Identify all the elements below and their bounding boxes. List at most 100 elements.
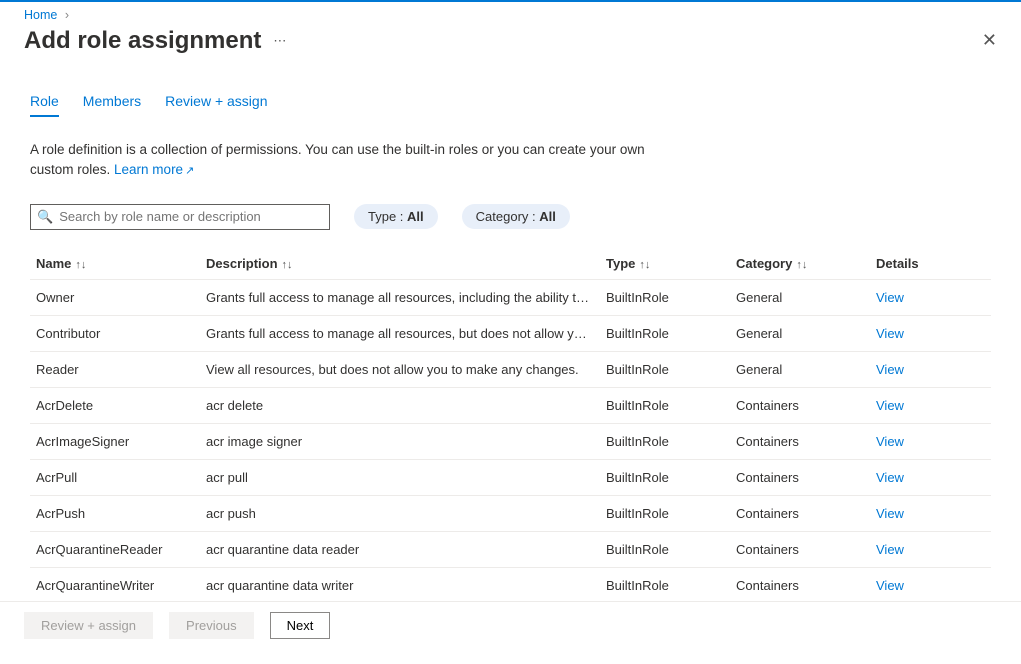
cell-description: acr delete: [200, 387, 600, 423]
cell-details: View: [870, 495, 991, 531]
table-row[interactable]: AcrDeleteacr deleteBuiltInRoleContainers…: [30, 387, 991, 423]
title-row: Add role assignment ⋯ ✕: [0, 22, 1021, 63]
filter-category-value: All: [539, 209, 556, 224]
external-link-icon: ↗: [185, 165, 194, 177]
cell-category: General: [730, 315, 870, 351]
filter-category-label: Category :: [476, 209, 540, 224]
cell-name: AcrImageSigner: [30, 423, 200, 459]
view-link[interactable]: View: [876, 362, 904, 377]
cell-type: BuiltInRole: [600, 351, 730, 387]
learn-more-label: Learn more: [114, 162, 183, 177]
cell-description: View all resources, but does not allow y…: [200, 351, 600, 387]
tab-role[interactable]: Role: [30, 87, 59, 117]
sort-icon: ↑↓: [796, 259, 807, 271]
cell-type: BuiltInRole: [600, 531, 730, 567]
view-link[interactable]: View: [876, 506, 904, 521]
cell-details: View: [870, 315, 991, 351]
sort-icon: ↑↓: [639, 259, 650, 271]
cell-description: Grants full access to manage all resourc…: [200, 315, 600, 351]
col-header-details: Details: [870, 248, 991, 280]
col-header-description[interactable]: Description ↑↓: [200, 248, 600, 280]
cell-details: View: [870, 567, 991, 601]
description-text: A role definition is a collection of per…: [30, 140, 650, 180]
cell-details: View: [870, 459, 991, 495]
view-link[interactable]: View: [876, 434, 904, 449]
cell-category: Containers: [730, 531, 870, 567]
tabs: Role Members Review + assign: [30, 87, 991, 118]
next-button[interactable]: Next: [270, 612, 331, 639]
cell-category: Containers: [730, 423, 870, 459]
filter-row: 🔍 Type : All Category : All: [30, 204, 991, 230]
cell-type: BuiltInRole: [600, 567, 730, 601]
col-type-label: Type: [606, 256, 635, 271]
cell-description: acr pull: [200, 459, 600, 495]
breadcrumb: Home ›: [0, 2, 1021, 22]
col-det-label: Details: [876, 256, 919, 271]
cell-name: Owner: [30, 279, 200, 315]
close-icon[interactable]: ✕: [982, 26, 997, 55]
previous-button: Previous: [169, 612, 254, 639]
view-link[interactable]: View: [876, 542, 904, 557]
cell-name: Reader: [30, 351, 200, 387]
col-cat-label: Category: [736, 256, 792, 271]
more-icon[interactable]: ⋯: [273, 33, 287, 49]
view-link[interactable]: View: [876, 290, 904, 305]
col-name-label: Name: [36, 256, 71, 271]
cell-category: General: [730, 279, 870, 315]
cell-category: Containers: [730, 495, 870, 531]
cell-description: Grants full access to manage all resourc…: [200, 279, 600, 315]
cell-name: AcrPush: [30, 495, 200, 531]
cell-details: View: [870, 387, 991, 423]
table-row[interactable]: AcrPushacr pushBuiltInRoleContainersView: [30, 495, 991, 531]
cell-name: Contributor: [30, 315, 200, 351]
review-assign-button: Review + assign: [24, 612, 153, 639]
cell-category: Containers: [730, 459, 870, 495]
learn-more-link[interactable]: Learn more↗: [114, 162, 194, 177]
view-link[interactable]: View: [876, 578, 904, 593]
sort-icon: ↑↓: [75, 259, 86, 271]
table-row[interactable]: OwnerGrants full access to manage all re…: [30, 279, 991, 315]
cell-type: BuiltInRole: [600, 315, 730, 351]
col-header-category[interactable]: Category ↑↓: [730, 248, 870, 280]
cell-details: View: [870, 351, 991, 387]
search-input-wrapper[interactable]: 🔍: [30, 204, 330, 230]
filter-type-label: Type :: [368, 209, 407, 224]
cell-details: View: [870, 279, 991, 315]
view-link[interactable]: View: [876, 326, 904, 341]
cell-name: AcrQuarantineWriter: [30, 567, 200, 601]
table-row[interactable]: ReaderView all resources, but does not a…: [30, 351, 991, 387]
cell-type: BuiltInRole: [600, 459, 730, 495]
tab-review[interactable]: Review + assign: [165, 87, 267, 117]
bottom-bar: Review + assign Previous Next: [0, 601, 1021, 649]
search-input[interactable]: [59, 209, 323, 224]
cell-type: BuiltInRole: [600, 387, 730, 423]
table-row[interactable]: AcrQuarantineReaderacr quarantine data r…: [30, 531, 991, 567]
table-row[interactable]: ContributorGrants full access to manage …: [30, 315, 991, 351]
breadcrumb-home-link[interactable]: Home: [24, 8, 57, 22]
cell-type: BuiltInRole: [600, 279, 730, 315]
cell-description: acr push: [200, 495, 600, 531]
view-link[interactable]: View: [876, 470, 904, 485]
cell-description: acr quarantine data reader: [200, 531, 600, 567]
cell-category: Containers: [730, 567, 870, 601]
search-icon: 🔍: [37, 209, 53, 225]
roles-table: Name ↑↓ Description ↑↓ Type ↑↓ Category ↑↓ D…: [30, 248, 991, 601]
col-header-type[interactable]: Type ↑↓: [600, 248, 730, 280]
cell-category: Containers: [730, 387, 870, 423]
table-row[interactable]: AcrPullacr pullBuiltInRoleContainersView: [30, 459, 991, 495]
view-link[interactable]: View: [876, 398, 904, 413]
cell-description: acr quarantine data writer: [200, 567, 600, 601]
filter-type-pill[interactable]: Type : All: [354, 204, 438, 229]
cell-description: acr image signer: [200, 423, 600, 459]
cell-details: View: [870, 423, 991, 459]
cell-name: AcrDelete: [30, 387, 200, 423]
filter-category-pill[interactable]: Category : All: [462, 204, 570, 229]
table-row[interactable]: AcrQuarantineWriteracr quarantine data w…: [30, 567, 991, 601]
tab-members[interactable]: Members: [83, 87, 141, 117]
sort-icon: ↑↓: [282, 259, 293, 271]
horizontal-scrollbar[interactable]: [0, 649, 1021, 662]
col-header-name[interactable]: Name ↑↓: [30, 248, 200, 280]
content-scroll[interactable]: Role Members Review + assign A role defi…: [0, 63, 1021, 601]
table-row[interactable]: AcrImageSigneracr image signerBuiltInRol…: [30, 423, 991, 459]
col-desc-label: Description: [206, 256, 278, 271]
